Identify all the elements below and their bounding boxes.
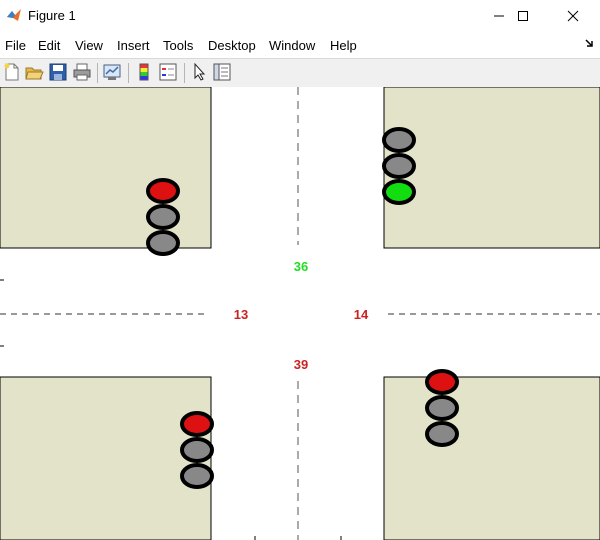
- window-title: Figure 1: [28, 8, 76, 23]
- dock-arrow-icon[interactable]: [584, 38, 594, 48]
- toolbar-separator: [128, 63, 129, 83]
- menu-view[interactable]: View: [75, 38, 103, 53]
- countdown-west: 13: [234, 307, 248, 322]
- edit-plot-arrow-icon[interactable]: [190, 62, 210, 82]
- menu-help[interactable]: Help: [330, 38, 357, 53]
- traffic-light-bottom-left: [180, 411, 214, 489]
- block-bottom-left: [0, 376, 212, 540]
- signal-lamp-green: [382, 179, 416, 205]
- signal-lamp-off: [425, 395, 459, 421]
- traffic-light-bottom-right: [425, 369, 459, 447]
- close-button[interactable]: [550, 0, 596, 32]
- signal-lamp-off: [425, 421, 459, 447]
- block-top-left: [0, 87, 212, 249]
- traffic-light-top-left: [146, 178, 180, 256]
- signal-lamp-off: [146, 204, 180, 230]
- figure-canvas[interactable]: 36 13 14 39: [0, 87, 600, 540]
- countdown-south: 39: [294, 357, 308, 372]
- countdown-labels: 36 13 14 39: [234, 259, 369, 372]
- toolbar: [0, 58, 600, 88]
- toolbar-separator: [184, 63, 185, 83]
- menu-file[interactable]: File: [5, 38, 26, 53]
- property-inspector-icon[interactable]: [212, 62, 232, 82]
- close-icon: [567, 10, 579, 22]
- link-plot-icon[interactable]: [102, 62, 122, 82]
- maximize-button[interactable]: [500, 0, 546, 32]
- traffic-light-top-right: [382, 127, 416, 205]
- open-file-icon[interactable]: [24, 62, 44, 82]
- intersection-plot: 36 13 14 39: [0, 87, 600, 540]
- save-icon[interactable]: [48, 62, 68, 82]
- countdown-east: 14: [354, 307, 369, 322]
- maximize-icon: [518, 11, 528, 21]
- menu-tools[interactable]: Tools: [163, 38, 193, 53]
- toolbar-separator: [97, 63, 98, 83]
- title-bar: Figure 1: [0, 0, 600, 32]
- signal-lamp-off: [382, 153, 416, 179]
- menu-desktop[interactable]: Desktop: [208, 38, 256, 53]
- colorbar-icon[interactable]: [134, 62, 154, 82]
- menu-insert[interactable]: Insert: [117, 38, 150, 53]
- signal-lamp-red: [425, 369, 459, 395]
- menu-window[interactable]: Window: [269, 38, 315, 53]
- print-icon[interactable]: [72, 62, 92, 82]
- countdown-north: 36: [294, 259, 308, 274]
- signal-lamp-red: [180, 411, 214, 437]
- legend-icon[interactable]: [158, 62, 178, 82]
- signal-lamp-red: [146, 178, 180, 204]
- signal-lamp-off: [180, 437, 214, 463]
- block-top-right: [383, 87, 600, 249]
- block-bottom-right: [383, 376, 600, 540]
- signal-lamp-off: [180, 463, 214, 489]
- menu-bar: File Edit View Insert Tools Desktop Wind…: [0, 32, 600, 58]
- matlab-logo-icon: [7, 9, 21, 21]
- new-figure-icon[interactable]: [2, 62, 22, 82]
- signal-lamp-off: [146, 230, 180, 256]
- menu-edit[interactable]: Edit: [38, 38, 60, 53]
- signal-lamp-off: [382, 127, 416, 153]
